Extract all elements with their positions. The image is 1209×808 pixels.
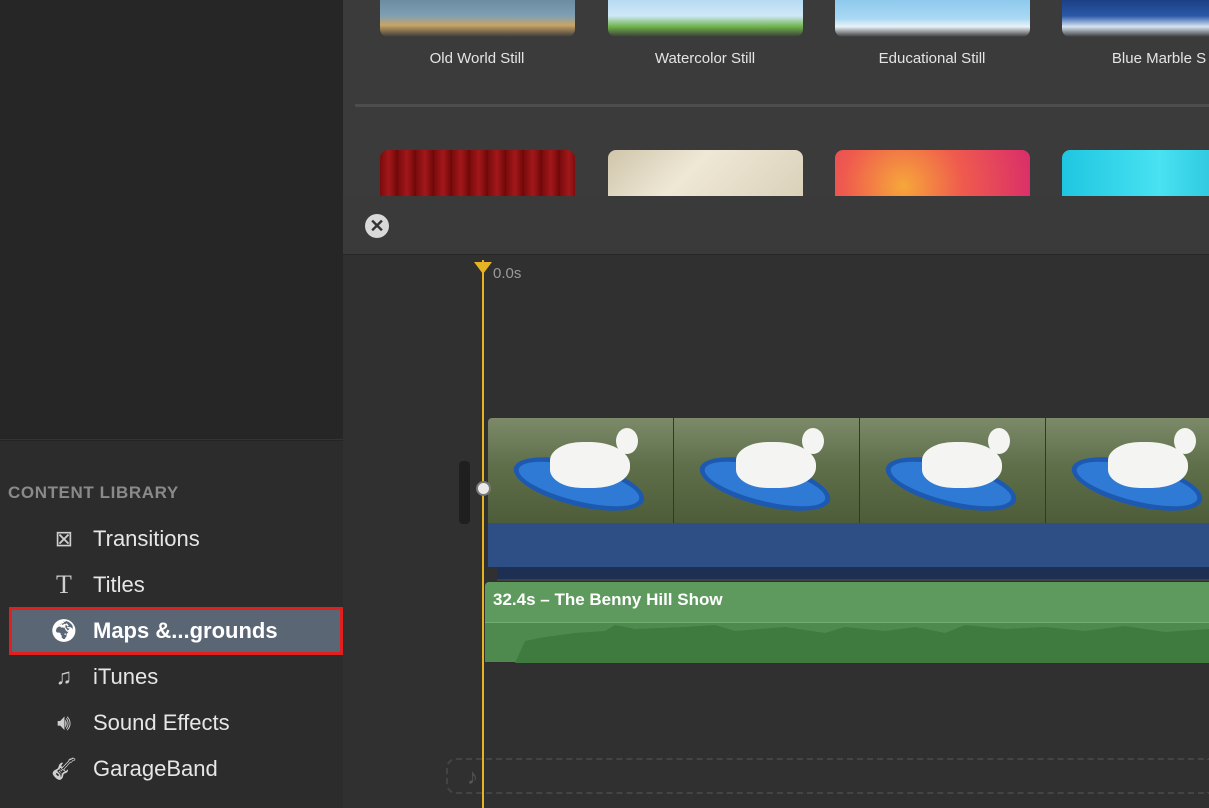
library-item-transitions[interactable]: ⊠ Transitions [12,518,340,560]
library-item-label: Maps &...grounds [93,618,278,643]
content-library-header: CONTENT LIBRARY [8,483,179,502]
library-item-garageband[interactable]: 🎸︎ GarageBand [12,748,340,790]
music-clip[interactable]: 32.4s – The Benny Hill Show [485,582,1209,663]
playhead[interactable] [482,260,484,808]
thumbnail-label: Blue Marble S [1111,50,1207,67]
video-frame [674,418,860,523]
library-item-titles[interactable]: T Titles [12,564,340,606]
library-item-label: GarageBand [93,756,218,781]
library-item-label: Titles [93,572,145,597]
curtain-background-thumbnail[interactable] [380,150,575,196]
timeline-toolbar: ✕ [343,196,1209,255]
educational-still-thumbnail[interactable] [835,0,1030,37]
blue-marble-still-thumbnail[interactable] [1062,0,1209,37]
music-note-icon: ♪ [467,764,478,789]
timeline[interactable]: ✕ 0.0s 32.4s – The Benny Hill Show ♪ [343,196,1209,808]
close-icon[interactable]: ✕ [365,214,389,238]
bokeh-background-thumbnail[interactable] [835,150,1030,196]
video-frame [1046,418,1209,523]
library-item-itunes[interactable]: ♫ iTunes [12,656,340,698]
music-clip-label: 32.4s – The Benny Hill Show [493,590,723,609]
speaker-icon: 🔊︎ [57,710,71,735]
playhead-time-label: 0.0s [493,265,522,282]
clip-audio-strip [497,567,1209,581]
library-item-label: Sound Effects [93,710,230,735]
clip-volume-point[interactable] [476,481,491,496]
browser-divider [355,104,1209,107]
sidebar: CONTENT LIBRARY ⊠ Transitions T Titles 🌍… [0,0,343,808]
waveform-graphic [485,625,1209,663]
playhead-knob[interactable] [474,262,492,274]
transitions-icon: ⊠ [54,526,74,551]
globe-icon: 🌍︎ [50,618,78,643]
guitar-icon: 🎸︎ [50,756,78,781]
library-item-label: Transitions [93,526,200,551]
watercolor-still-thumbnail[interactable] [608,0,803,37]
clip-audio-track[interactable] [488,523,1209,567]
library-item-label: iTunes [93,664,159,689]
thumbnail-label: Old World Still [429,50,525,67]
library-item-maps-backgrounds[interactable]: 🌍︎ Maps &...grounds [9,607,343,655]
thumbnail-label: Educational Still [878,50,986,67]
background-music-well[interactable] [446,758,1209,794]
sidebar-upper-panel [0,0,343,440]
video-frame [860,418,1046,523]
music-note-icon: ♫ [55,664,73,689]
video-clip[interactable] [488,418,1209,523]
library-item-sound-effects[interactable]: 🔊︎ Sound Effects [12,702,340,744]
thumbnail-label: Watercolor Still [654,50,756,67]
clip-trim-handle[interactable] [459,461,470,524]
video-frame [488,418,674,523]
music-waveform [485,622,1209,663]
cyan-background-thumbnail[interactable] [1062,150,1209,196]
titles-icon: T [56,570,72,599]
old-world-still-thumbnail[interactable] [380,0,575,37]
maps-backgrounds-browser: Old World Still Watercolor Still Educati… [343,0,1209,196]
parchment-background-thumbnail[interactable] [608,150,803,196]
